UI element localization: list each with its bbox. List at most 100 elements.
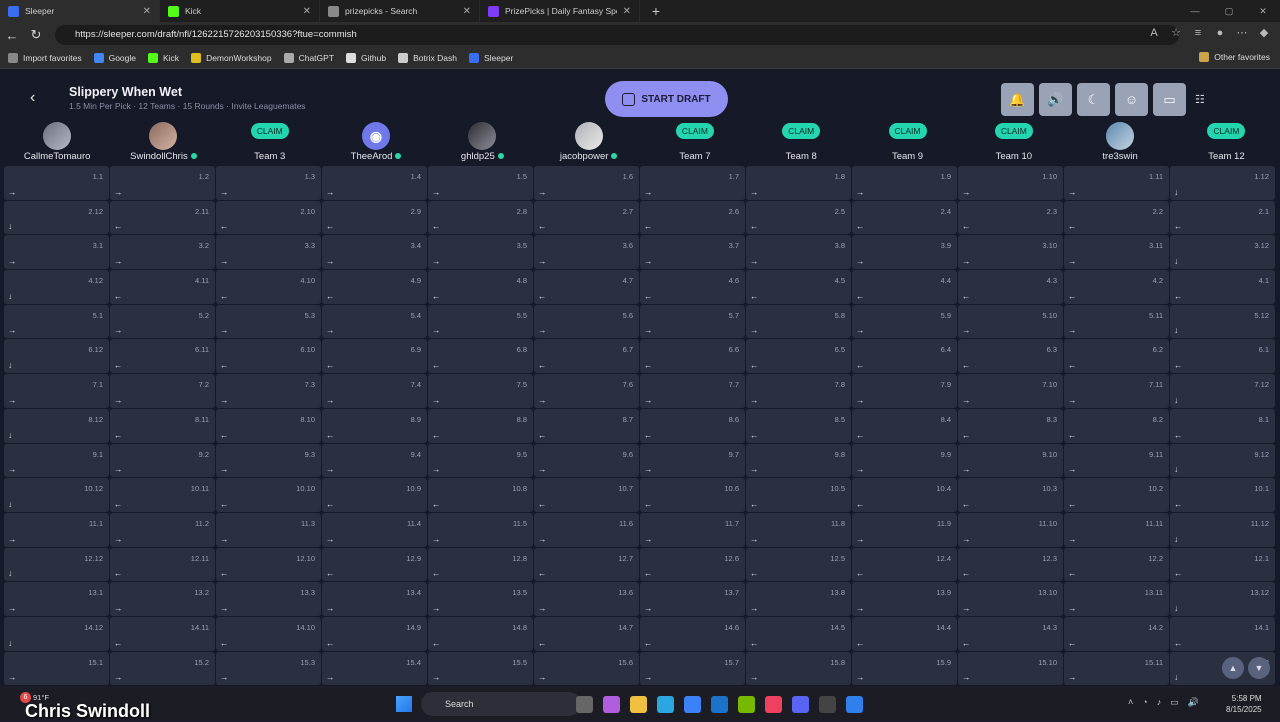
draft-cell[interactable]: 8.6 ← <box>640 408 745 443</box>
draft-cell[interactable]: 13.3 → <box>216 582 321 616</box>
draft-cell[interactable]: 10.1 ← <box>1170 478 1275 512</box>
tray-chevron-icon[interactable]: ˄ <box>1128 697 1133 708</box>
browser-tab[interactable]: Kick ✕ <box>160 0 320 22</box>
draft-cell[interactable]: 3.5 → <box>428 235 533 270</box>
draft-cell[interactable]: 8.2 ← <box>1064 408 1169 443</box>
draft-cell[interactable]: 3.11 → <box>1064 235 1169 270</box>
draft-cell[interactable]: 11.8 → <box>746 512 851 547</box>
draft-cell[interactable]: 10.12 ↓ <box>4 478 109 512</box>
outlook-icon[interactable] <box>711 696 728 713</box>
monitor-icon[interactable]: ▭ <box>1153 83 1186 116</box>
draft-cell[interactable]: 4.6 ← <box>640 270 745 304</box>
draft-cell[interactable]: 9.3 → <box>216 443 321 478</box>
bookmark-item[interactable]: Botrix Dash <box>398 53 457 63</box>
url-field[interactable]: https://sleeper.com/draft/nfl/1262215726… <box>55 25 1179 45</box>
draft-cell[interactable]: 13.12 ↓ <box>1170 582 1275 616</box>
draft-cell[interactable]: 2.4 ← <box>852 200 957 235</box>
settings-menu-icon[interactable]: ☷ <box>1195 93 1205 106</box>
draft-cell[interactable]: 6.3 ← <box>958 339 1063 374</box>
team-slot[interactable]: CLAIM Team 8 <box>748 121 854 166</box>
store-icon[interactable] <box>684 696 701 713</box>
draft-cell[interactable]: 10.5 ← <box>746 478 851 512</box>
draft-cell[interactable]: 15.1 → <box>4 651 109 686</box>
draft-cell[interactable]: 9.9 → <box>852 443 957 478</box>
draft-cell[interactable]: 14.5 ← <box>746 616 851 651</box>
draft-cell[interactable]: 7.5 → <box>428 374 533 408</box>
draft-cell[interactable]: 3.6 → <box>534 235 639 270</box>
draft-cell[interactable]: 14.11 ← <box>110 616 215 651</box>
draft-cell[interactable]: 2.3 ← <box>958 200 1063 235</box>
draft-cell[interactable]: 4.4 ← <box>852 270 957 304</box>
favorites-icon[interactable]: ≡ <box>1190 27 1206 39</box>
draft-cell[interactable]: 5.3 → <box>216 304 321 339</box>
draft-cell[interactable]: 13.6 → <box>534 582 639 616</box>
draft-cell[interactable]: 8.7 ← <box>534 408 639 443</box>
draft-cell[interactable]: 8.11 ← <box>110 408 215 443</box>
draft-cell[interactable]: 1.6 → <box>534 166 639 200</box>
draft-cell[interactable]: 6.2 ← <box>1064 339 1169 374</box>
draft-cell[interactable]: 3.1 → <box>4 235 109 270</box>
draft-cell[interactable]: 14.3 ← <box>958 616 1063 651</box>
network-icon[interactable]: ◔ <box>1142 697 1147 708</box>
copilot-app-icon[interactable] <box>603 696 620 713</box>
moon-icon[interactable]: ☾ <box>1077 83 1110 116</box>
file-explorer-icon[interactable] <box>630 696 647 713</box>
discord-icon[interactable] <box>792 696 809 713</box>
minimize-icon[interactable]: — <box>1178 0 1212 22</box>
draft-cell[interactable]: 5.5 → <box>428 304 533 339</box>
draft-cell[interactable]: 7.7 → <box>640 374 745 408</box>
draft-cell[interactable]: 9.10 → <box>958 443 1063 478</box>
claim-button[interactable]: CLAIM <box>888 123 927 139</box>
draft-cell[interactable]: 13.1 → <box>4 582 109 616</box>
draft-cell[interactable]: 5.11 → <box>1064 304 1169 339</box>
draft-cell[interactable]: 3.9 → <box>852 235 957 270</box>
draft-cell[interactable]: 12.3 ← <box>958 547 1063 582</box>
close-window-icon[interactable]: ✕ <box>1246 0 1280 22</box>
draft-cell[interactable]: 12.12 ↓ <box>4 547 109 582</box>
maximize-icon[interactable]: ▢ <box>1212 0 1246 22</box>
draft-cell[interactable]: 14.7 ← <box>534 616 639 651</box>
draft-cell[interactable]: 5.10 → <box>958 304 1063 339</box>
draft-cell[interactable]: 12.2 ← <box>1064 547 1169 582</box>
draft-cell[interactable]: 4.7 ← <box>534 270 639 304</box>
browser-tab[interactable]: PrizePicks | Daily Fantasy Sports M ✕ <box>480 0 640 22</box>
draft-cell[interactable]: 10.7 ← <box>534 478 639 512</box>
draft-cell[interactable]: 8.8 ← <box>428 408 533 443</box>
team-slot[interactable]: CLAIM Team 9 <box>854 121 960 166</box>
draft-cell[interactable]: 7.11 → <box>1064 374 1169 408</box>
draft-cell[interactable]: 2.2 ← <box>1064 200 1169 235</box>
bookmark-item[interactable]: Github <box>346 53 386 63</box>
draft-cell[interactable]: 10.8 ← <box>428 478 533 512</box>
volume-icon[interactable]: 🔊 <box>1188 697 1199 708</box>
bookmark-item[interactable]: ChatGPT <box>283 53 334 63</box>
team-slot[interactable]: CallmeTomauro <box>4 121 110 166</box>
claim-button[interactable]: CLAIM <box>250 123 289 139</box>
draft-cell[interactable]: 3.8 → <box>746 235 851 270</box>
draft-cell[interactable]: 15.8 → <box>746 651 851 686</box>
draft-cell[interactable]: 13.8 → <box>746 582 851 616</box>
draft-cell[interactable]: 14.2 ← <box>1064 616 1169 651</box>
draft-cell[interactable]: 13.7 → <box>640 582 745 616</box>
draft-cell[interactable]: 3.10 → <box>958 235 1063 270</box>
team-slot[interactable]: jacobpower <box>535 121 641 166</box>
draft-cell[interactable]: 10.3 ← <box>958 478 1063 512</box>
team-slot[interactable]: ghldp25 <box>429 121 535 166</box>
draft-cell[interactable]: 2.11 ← <box>110 200 215 235</box>
close-tab-icon[interactable]: ✕ <box>623 6 631 17</box>
draft-cell[interactable]: 6.9 ← <box>322 339 427 374</box>
draft-cell[interactable]: 9.1 → <box>4 443 109 478</box>
draft-cell[interactable]: 7.12 ↓ <box>1170 374 1275 408</box>
draft-cell[interactable]: 7.6 → <box>534 374 639 408</box>
draft-cell[interactable]: 12.4 ← <box>852 547 957 582</box>
draft-cell[interactable]: 15.3 → <box>216 651 321 686</box>
bookmark-item[interactable]: DemonWorkshop <box>191 53 272 63</box>
draft-cell[interactable]: 14.1 ← <box>1170 616 1275 651</box>
draft-cell[interactable]: 1.7 → <box>640 166 745 200</box>
obs-icon[interactable] <box>819 696 836 713</box>
draft-cell[interactable]: 7.3 → <box>216 374 321 408</box>
draft-cell[interactable]: 2.5 ← <box>746 200 851 235</box>
copilot-icon[interactable]: ◆ <box>1256 26 1272 39</box>
bookmark-item[interactable]: Import favorites <box>8 53 82 63</box>
draft-cell[interactable]: 11.3 → <box>216 512 321 547</box>
draft-cell[interactable]: 13.11 → <box>1064 582 1169 616</box>
